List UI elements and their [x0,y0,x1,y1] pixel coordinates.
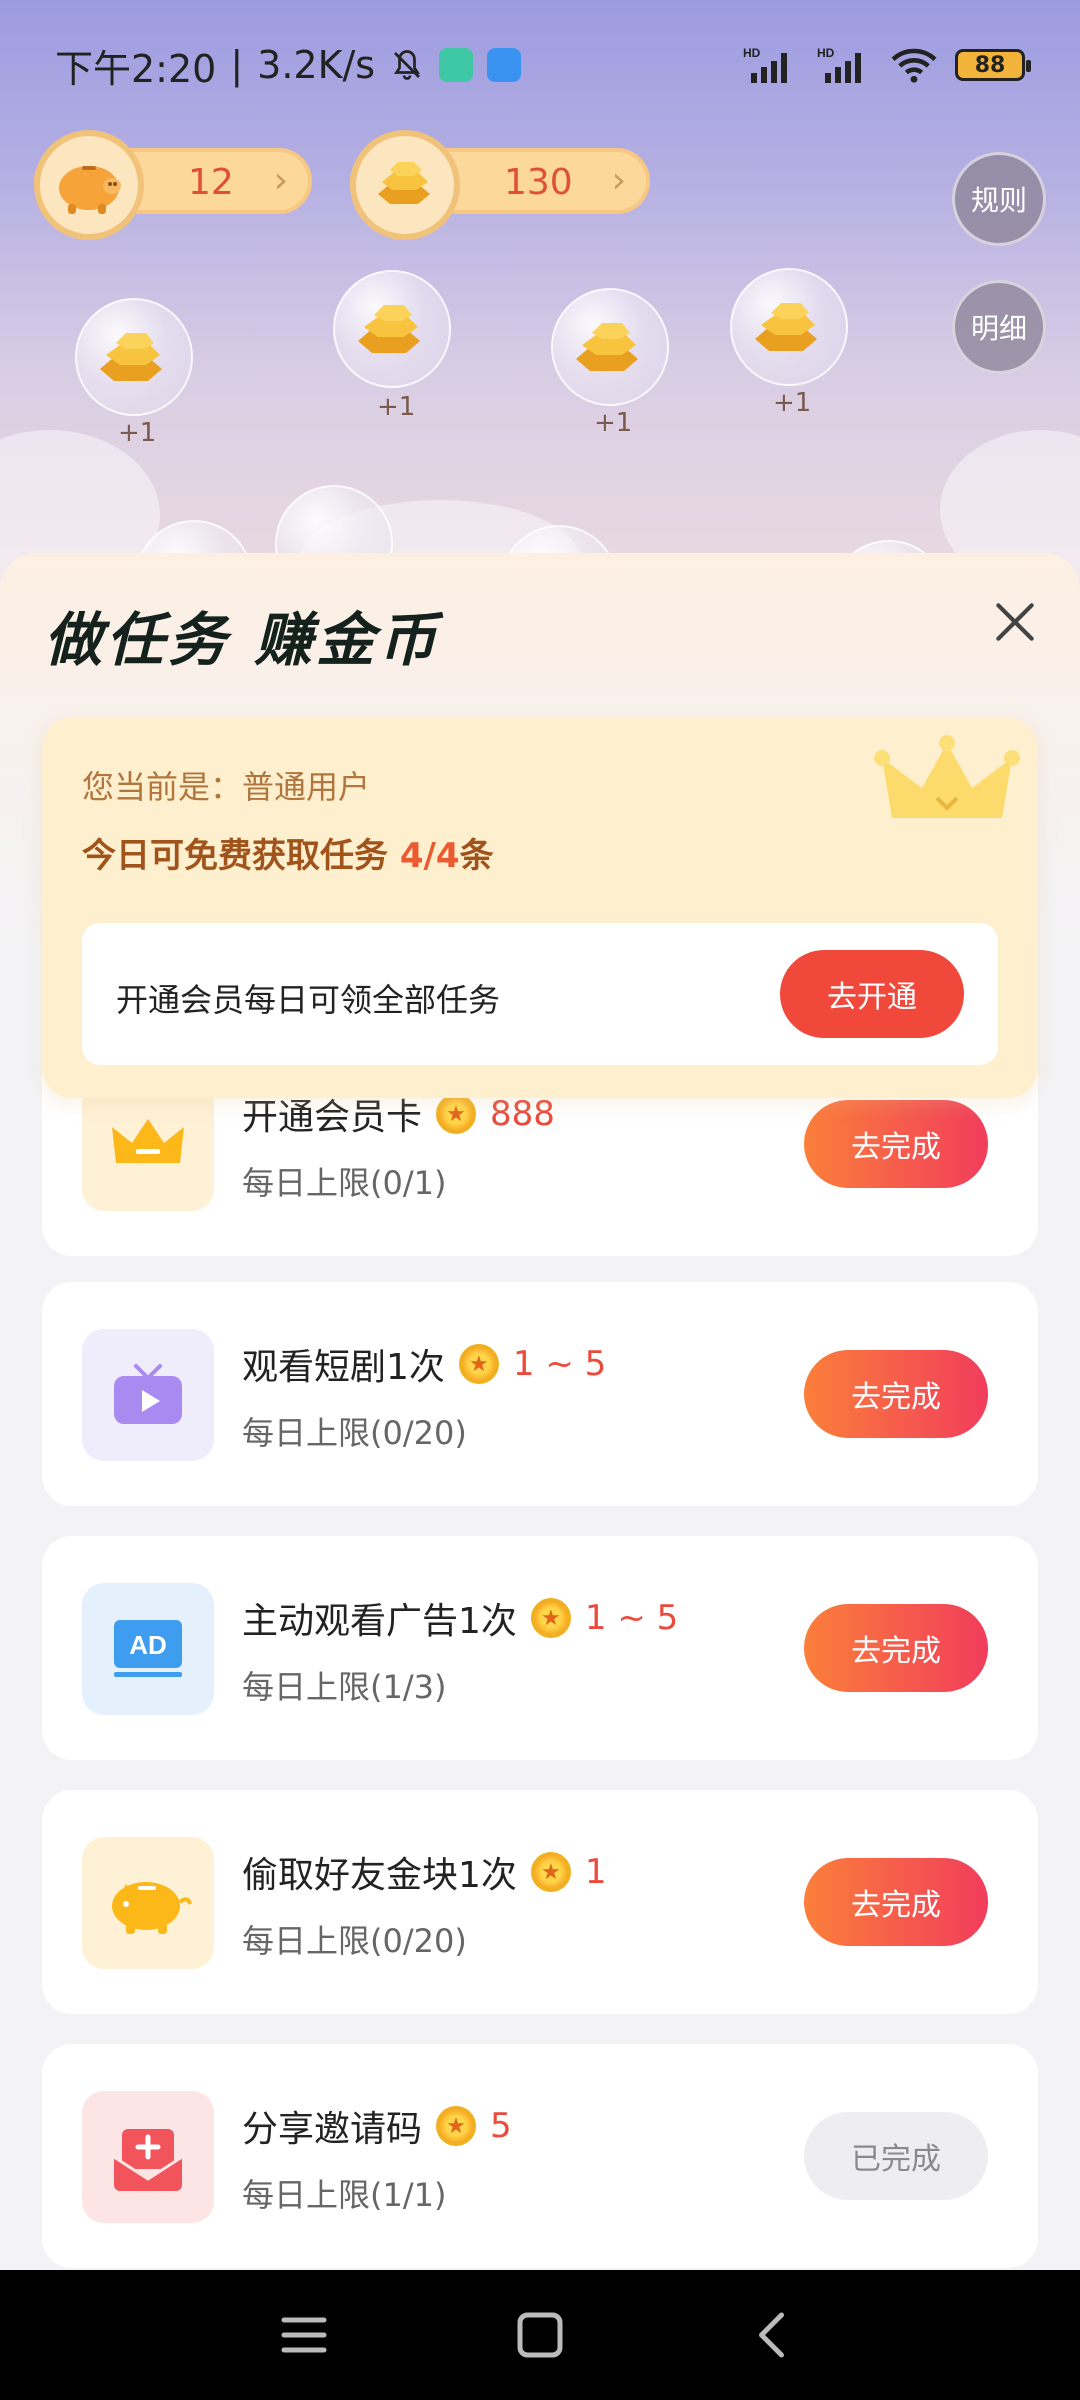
coin-icon: ★ [436,2106,477,2146]
task-reward: 888 [490,1094,555,1134]
chevron-right-icon: › [273,160,288,201]
task-card-drama: 观看短剧1次 ★ 1 ~ 5 每日上限(0/20) 去完成 [42,1282,1038,1506]
task-complete-button[interactable]: 去完成 [804,1858,988,1946]
menu-icon[interactable] [274,2305,334,2365]
member-upgrade-text: 开通会员每日可领全部任务 [116,981,501,1019]
battery-indicator: 88 [955,49,1031,81]
coin-icon: ★ [436,1094,477,1134]
navigation-bar [0,2270,1080,2400]
close-icon[interactable] [990,597,1040,647]
gold-bubble[interactable] [551,288,669,406]
task-title: 分享邀请码 ★ 5 [242,2100,512,2152]
status-net-speed: 3.2K/s [257,43,376,87]
coin-icon: ★ [530,1598,571,1638]
wifi-icon [891,48,937,83]
task-card-share: 分享邀请码 ★ 5 每日上限(1/1) 已完成 [42,2044,1038,2268]
open-membership-button[interactable]: 去开通 [780,950,964,1038]
svg-text:AD: AD [129,1630,167,1660]
cell-signal-icon: HD [817,46,861,83]
task-reward: 1 [584,1852,607,1892]
task-complete-button[interactable]: 去完成 [804,1100,988,1188]
task-limit: 每日上限(1/1) [242,2176,447,2214]
task-reward: 1 ~ 5 [512,1344,607,1384]
task-title: 偷取好友金块1次 ★ 1 [242,1846,607,1898]
piggy-bank-icon [34,130,144,240]
coin-icon: ★ [530,1852,571,1892]
member-status-text: 您当前是：普通用户 [82,768,371,806]
crown-icon [874,735,1020,818]
status-bar: 下午2:20 | 3.2K/s HD HD 88 [0,0,1080,130]
app-notification-icon [487,48,522,82]
cell-signal-icon: HD [743,46,787,83]
task-name-text: 偷取好友金块1次 [242,1855,517,1896]
task-name-text: 分享邀请码 [242,2109,423,2150]
gold-counter[interactable]: 130 › [350,130,650,240]
task-sheet: 做任务 赚金币 您当前是：普通用户 今日可免费获取任务 4/4条 开通会员每日可… [0,553,1080,2270]
task-limit: 每日上限(0/20) [242,1414,467,1452]
gold-bubble[interactable] [730,268,848,386]
tv-play-icon [82,1329,214,1461]
gold-bar-icon [350,130,460,240]
status-divider: | [230,43,244,87]
crown-icon [82,1079,214,1211]
details-button[interactable]: 明细 [952,280,1046,374]
mute-bell-icon [394,50,421,80]
sheet-title: 做任务 赚金币 [44,606,441,674]
task-reward: 5 [490,2106,512,2146]
gold-bar-icon [100,333,162,381]
gold-bar-icon [358,305,420,353]
bubble-reward-label: +1 [118,418,157,448]
quota-suffix: 条 [459,836,494,876]
ad-icon: AD [82,1583,214,1715]
gold-bar-icon [755,303,817,351]
task-title: 主动观看广告1次 ★ 1 ~ 5 [242,1592,678,1644]
status-time: 下午2:20 [55,46,217,91]
task-card-ad: AD 主动观看广告1次 ★ 1 ~ 5 每日上限(1/3) 去完成 [42,1536,1038,1760]
coin-icon: ★ [458,1344,499,1384]
member-quota-text: 今日可免费获取任务 4/4条 [82,828,494,877]
signal-hd-label: HD [743,46,761,60]
task-card-steal: 偷取好友金块1次 ★ 1 每日上限(0/20) 去完成 [42,1790,1038,2014]
home-icon[interactable] [510,2305,570,2365]
signal-hd-label: HD [817,46,835,60]
gold-bubble[interactable] [333,270,451,388]
task-complete-button[interactable]: 去完成 [804,1604,988,1692]
rules-button[interactable]: 规则 [952,152,1046,246]
bubble-reward-label: +1 [594,408,633,438]
gold-bar-icon [576,323,638,371]
task-done-button[interactable]: 已完成 [804,2112,988,2200]
piggy-count: 12 [188,162,234,203]
task-limit: 每日上限(1/3) [242,1668,447,1706]
gold-count: 130 [504,162,573,203]
member-info-card: 您当前是：普通用户 今日可免费获取任务 4/4条 开通会员每日可领全部任务 去开… [42,718,1038,1098]
share-gift-icon [82,2091,214,2223]
battery-level: 88 [974,52,1006,78]
chevron-right-icon: › [611,160,626,201]
back-icon[interactable] [744,2305,804,2365]
piggy-icon [82,1837,214,1969]
task-name-text: 观看短剧1次 [242,1347,445,1388]
quota-count: 4/4 [399,836,460,876]
bubble-reward-label: +1 [377,392,416,422]
quota-prefix: 今日可免费获取任务 [82,836,400,876]
bubble-reward-label: +1 [773,388,812,418]
task-reward: 1 ~ 5 [584,1598,679,1638]
gold-bubble[interactable] [75,298,193,416]
task-limit: 每日上限(0/20) [242,1922,467,1960]
member-upgrade-banner: 开通会员每日可领全部任务 去开通 [82,923,998,1065]
task-complete-button[interactable]: 去完成 [804,1350,988,1438]
task-limit: 每日上限(0/1) [242,1164,447,1202]
app-notification-icon [439,48,474,82]
task-title: 观看短剧1次 ★ 1 ~ 5 [242,1338,606,1390]
task-name-text: 主动观看广告1次 [242,1601,517,1642]
piggy-counter[interactable]: 12 › [34,130,312,240]
